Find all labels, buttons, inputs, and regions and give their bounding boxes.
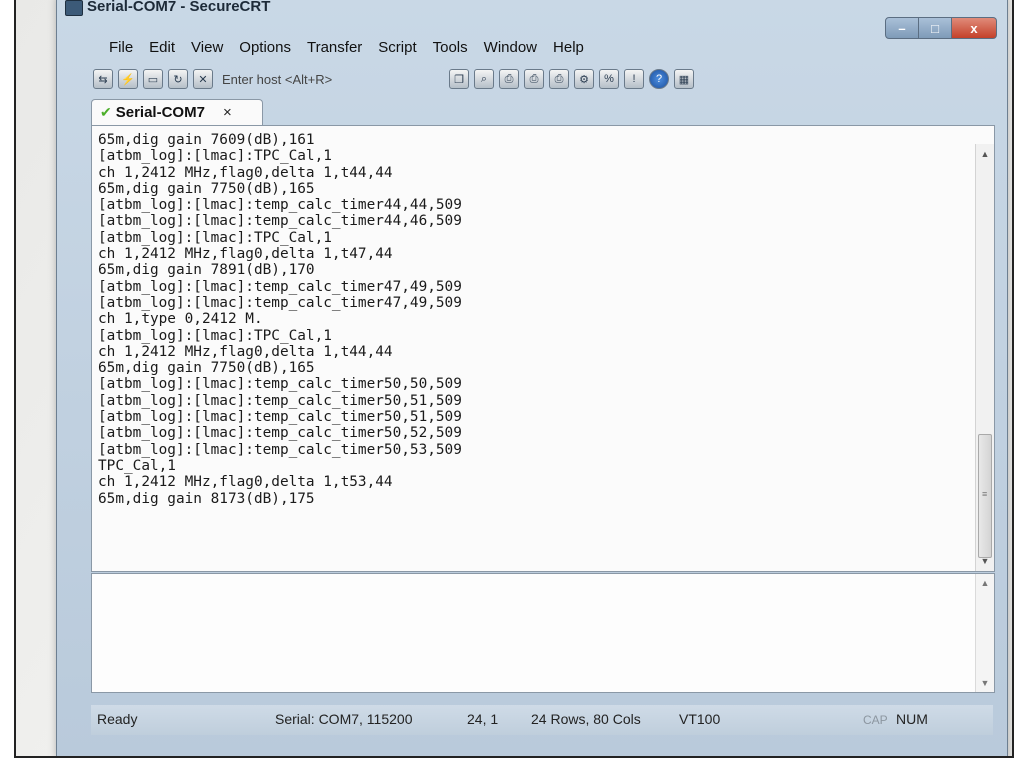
command-input[interactable] bbox=[92, 574, 972, 690]
command-window: ▲ ▼ bbox=[91, 573, 995, 693]
close-window-button[interactable]: x bbox=[952, 17, 997, 39]
status-num-lock: NUM bbox=[896, 711, 928, 727]
terminal-line: TPC_Cal,1 bbox=[98, 457, 176, 474]
menu-tools[interactable]: Tools bbox=[425, 35, 476, 61]
terminal-line: 65m,dig gain 7750(dB),165 bbox=[98, 360, 315, 377]
toolbar: ⇆ ⚡ ▭ ↻ ✕ ❐ ⌕ ⎙ ⎙ ⎙ ⚙ % ! ? ▦ bbox=[93, 65, 977, 93]
terminal-line: 65m,dig gain 7750(dB),165 bbox=[98, 180, 315, 197]
menu-script[interactable]: Script bbox=[370, 35, 424, 61]
status-caps-lock: CAP bbox=[863, 713, 888, 727]
photo-frame: Serial-COM7 - SecureCRT – □ x File Edit … bbox=[14, 0, 1014, 758]
grip-icon: ≡ bbox=[982, 489, 988, 499]
menu-view[interactable]: View bbox=[183, 35, 231, 61]
terminal-line: [atbm_log]:[lmac]:temp_calc_timer47,49,5… bbox=[98, 278, 462, 295]
reconnect-icon[interactable]: ↻ bbox=[168, 69, 188, 89]
menu-bar: File Edit View Options Transfer Script T… bbox=[101, 35, 592, 61]
scrollbar-thumb[interactable]: ≡ bbox=[978, 434, 992, 558]
menu-edit[interactable]: Edit bbox=[141, 35, 183, 61]
securecrt-window: Serial-COM7 - SecureCRT – □ x File Edit … bbox=[56, 0, 1008, 756]
print-icon[interactable]: ⎙ bbox=[499, 69, 519, 89]
tab-strip: ✔ Serial-COM7 × ◁▷ bbox=[91, 99, 995, 140]
terminal-line: [atbm_log]:[lmac]:TPC_Cal,1 bbox=[98, 148, 332, 165]
close-tab-icon[interactable]: × bbox=[223, 104, 232, 121]
quick-connect-icon[interactable]: ⚡ bbox=[118, 69, 138, 89]
terminal-scrollbar[interactable]: ▲ ≡ ▼ bbox=[975, 144, 994, 571]
terminal-line: [atbm_log]:[lmac]:temp_calc_timer50,53,5… bbox=[98, 441, 462, 458]
terminal-line: [atbm_log]:[lmac]:temp_calc_timer50,50,5… bbox=[98, 376, 462, 393]
menu-options[interactable]: Options bbox=[231, 35, 299, 61]
maximize-button[interactable]: □ bbox=[919, 17, 952, 39]
terminal-line: [atbm_log]:[lmac]:temp_calc_timer44,46,5… bbox=[98, 213, 462, 230]
status-bar: Ready Serial: COM7, 115200 24, 1 24 Rows… bbox=[91, 705, 993, 735]
connected-check-icon: ✔ bbox=[100, 104, 112, 120]
command-scrollbar[interactable]: ▲ ▼ bbox=[975, 574, 994, 692]
terminal-line: 65m,dig gain 7609(dB),161 bbox=[98, 132, 315, 148]
terminal-line: [atbm_log]:[lmac]:temp_calc_timer50,51,5… bbox=[98, 392, 462, 409]
minimize-button[interactable]: – bbox=[885, 17, 919, 39]
terminal-line: ch 1,2412 MHz,flag0,delta 1,t44,44 bbox=[98, 164, 393, 181]
tab-label: Serial-COM7 bbox=[115, 104, 205, 121]
status-ready: Ready bbox=[97, 711, 138, 727]
status-emulation: VT100 bbox=[679, 711, 721, 727]
terminal-line: [atbm_log]:[lmac]:TPC_Cal,1 bbox=[98, 229, 332, 246]
session-options-icon[interactable]: ⚙ bbox=[574, 69, 594, 89]
app-icon bbox=[65, 0, 83, 16]
terminal-output[interactable]: 65m,dig gain 7609(dB),161 [atbm_log]:[lma… bbox=[91, 125, 995, 572]
find-icon[interactable]: ⌕ bbox=[474, 69, 494, 89]
scroll-up-icon[interactable]: ▲ bbox=[976, 146, 994, 162]
menu-file[interactable]: File bbox=[101, 35, 141, 61]
terminal-line: [atbm_log]:[lmac]:temp_calc_timer44,44,5… bbox=[98, 197, 462, 214]
terminal-line: [atbm_log]:[lmac]:temp_calc_timer50,52,5… bbox=[98, 425, 462, 442]
title-bar[interactable]: Serial-COM7 - SecureCRT bbox=[57, 0, 1007, 21]
window-title: Serial-COM7 - SecureCRT bbox=[87, 0, 271, 15]
status-serial: Serial: COM7, 115200 bbox=[275, 711, 413, 727]
terminal-line: ch 1,2412 MHz,flag0,delta 1,t44,44 bbox=[98, 343, 393, 360]
keymap-icon[interactable]: % bbox=[599, 69, 619, 89]
copy-icon[interactable]: ❐ bbox=[449, 69, 469, 89]
terminal-line: ch 1,2412 MHz,flag0,delta 1,t47,44 bbox=[98, 246, 393, 263]
terminal-line: 65m,dig gain 7891(dB),170 bbox=[98, 262, 315, 279]
terminal-line: [atbm_log]:[lmac]:temp_calc_timer50,51,5… bbox=[98, 409, 462, 426]
window-controls: – □ x bbox=[885, 17, 997, 39]
terminal-line: [atbm_log]:[lmac]:temp_calc_timer47,49,5… bbox=[98, 294, 462, 311]
sftp-icon[interactable]: ! bbox=[624, 69, 644, 89]
terminal-line: 65m,dig gain 8173(dB),175 bbox=[98, 490, 315, 507]
toolbar-right-group: ❐ ⌕ ⎙ ⎙ ⎙ ⚙ % ! ? ▦ bbox=[449, 69, 699, 89]
menu-window[interactable]: Window bbox=[476, 35, 545, 61]
settings-icon[interactable]: ▦ bbox=[674, 69, 694, 89]
menu-transfer[interactable]: Transfer bbox=[299, 35, 370, 61]
print-screen-icon[interactable]: ⎙ bbox=[549, 69, 569, 89]
scroll-down-icon[interactable]: ▼ bbox=[976, 678, 994, 688]
host-input[interactable] bbox=[220, 68, 429, 90]
tab-serial-com7[interactable]: ✔ Serial-COM7 × bbox=[91, 99, 263, 125]
help-icon[interactable]: ? bbox=[649, 69, 669, 89]
connect-icon[interactable]: ⇆ bbox=[93, 69, 113, 89]
status-terminal-size: 24 Rows, 80 Cols bbox=[531, 711, 641, 727]
connect-tab-icon[interactable]: ▭ bbox=[143, 69, 163, 89]
menu-help[interactable]: Help bbox=[545, 35, 592, 61]
terminal-line: ch 1,type 0,2412 M. bbox=[98, 311, 263, 328]
terminal-line: [atbm_log]:[lmac]:TPC_Cal,1 bbox=[98, 327, 332, 344]
terminal-line: ch 1,2412 MHz,flag0,delta 1,t53,44 bbox=[98, 474, 393, 491]
terminal-lines: 65m,dig gain 7609(dB),161 [atbm_log]:[lma… bbox=[98, 132, 462, 507]
scroll-up-icon[interactable]: ▲ bbox=[976, 578, 994, 588]
scroll-down-icon[interactable]: ▼ bbox=[976, 553, 994, 569]
print-selection-icon[interactable]: ⎙ bbox=[524, 69, 544, 89]
status-cursor-position: 24, 1 bbox=[467, 711, 499, 727]
disconnect-icon[interactable]: ✕ bbox=[193, 69, 213, 89]
